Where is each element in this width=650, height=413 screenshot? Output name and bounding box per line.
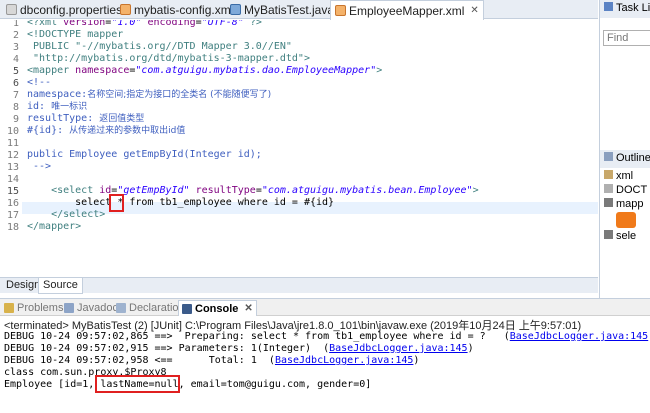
- problems-icon: [4, 303, 14, 313]
- code-line-17: </select>: [27, 209, 106, 220]
- lastname-highlight-box: [95, 375, 180, 393]
- line-number-gutter: 1 2 3 4 5 6 7 8 9 10 11 12 13 14 15 16 1…: [0, 20, 22, 276]
- doctype-icon: [604, 184, 613, 193]
- console-line: DEBUG 10-24 09:57:02,958 <== Total: 1 (B…: [4, 355, 420, 366]
- line-number: 16: [6, 198, 19, 209]
- line-number: 7: [12, 90, 19, 101]
- code-line-1: <?xml version="1.0" encoding="UTF-8" ?>: [27, 20, 262, 28]
- task-find-input[interactable]: Find: [603, 30, 650, 46]
- console-output[interactable]: <terminated> MyBatisTest (2) [JUnit] C:\…: [0, 317, 650, 413]
- tab-dbconfig-properties[interactable]: dbconfig.properties: [2, 0, 126, 19]
- tab-source[interactable]: Source: [38, 278, 83, 294]
- outline-item-label: xml: [616, 170, 634, 182]
- line-number: 8: [12, 102, 19, 113]
- tab-javadoc[interactable]: Javadoc: [64, 300, 118, 316]
- code-line-9: resultType: 返回值类型: [27, 113, 145, 124]
- tab-employeemapper-xml[interactable]: EmployeeMapper.xml ✕: [330, 0, 484, 20]
- line-number: 12: [6, 150, 19, 161]
- code-line-15: <select id="getEmpById" resultType="com.…: [27, 185, 479, 196]
- source-link[interactable]: BaseJdbcLogger.java:145: [275, 355, 413, 366]
- outline-item-label: DOCT: [616, 184, 648, 196]
- console-icon: [182, 303, 192, 314]
- close-icon[interactable]: ✕: [470, 5, 478, 16]
- properties-file-icon: [6, 4, 17, 15]
- declaration-icon: [116, 303, 126, 313]
- input-method-icon: [616, 212, 636, 228]
- outline-item-mapper[interactable]: mapp: [604, 198, 644, 210]
- right-side-panel: Task List Find Outline xml DOCT mapp sel…: [599, 0, 650, 298]
- tab-label: MyBatisTest.java: [244, 2, 335, 17]
- outline-header[interactable]: Outline: [600, 150, 650, 168]
- line-number: 13: [6, 162, 19, 173]
- tab-mybatis-config[interactable]: mybatis-config.xml: [116, 0, 237, 19]
- tab-mybatistest-java[interactable]: MyBatisTest.java: [226, 0, 338, 19]
- outline-item-xml[interactable]: xml: [604, 170, 633, 182]
- code-line-4: "http://mybatis.org/dtd/mybatis-3-mapper…: [27, 53, 310, 64]
- console-line: Employee [id=1, lastName=null, email=tom…: [4, 379, 372, 390]
- code-line-2: <!DOCTYPE mapper: [27, 29, 124, 40]
- line-number: 1: [12, 20, 19, 29]
- tab-label: dbconfig.properties: [20, 2, 123, 17]
- xml-decl-icon: [604, 170, 613, 179]
- outline-icon: [604, 152, 613, 161]
- element-icon: [604, 198, 613, 207]
- outline-item-label: mapp: [616, 198, 644, 210]
- code-line-10: #{id}: 从传递过来的参数中取出id值: [27, 125, 186, 136]
- line-number: 3: [12, 42, 19, 53]
- task-list-header[interactable]: Task List: [600, 0, 650, 18]
- tab-label: Console: [195, 302, 239, 315]
- java-file-icon: [230, 4, 241, 15]
- line-number: 17: [6, 210, 19, 221]
- line-number: 4: [12, 54, 19, 65]
- source-link[interactable]: BaseJdbcLogger.java:145: [329, 343, 467, 354]
- code-line-6: <!--: [27, 77, 52, 88]
- line-number: 10: [6, 126, 19, 137]
- console-line: DEBUG 10-24 09:57:02,915 ==> Parameters:…: [4, 343, 474, 354]
- task-list-title: Task List: [616, 2, 650, 14]
- tab-label: EmployeeMapper.xml: [349, 3, 465, 18]
- code-line-16: select * from tb1_employee where id = #{…: [27, 197, 335, 208]
- tab-label: Declaration: [129, 302, 185, 314]
- line-number: 6: [12, 78, 19, 89]
- bottom-panel-tabs: Problems Javadoc Declaration Console ✕: [0, 298, 650, 316]
- editor-tab-bar: dbconfig.properties mybatis-config.xml M…: [0, 0, 598, 20]
- tab-label: mybatis-config.xml: [134, 2, 234, 17]
- outline-title: Outline: [616, 152, 650, 164]
- line-number: 15: [6, 186, 19, 197]
- tab-declaration[interactable]: Declaration: [116, 300, 185, 316]
- line-number: 18: [6, 222, 19, 233]
- xml-editor[interactable]: 1 2 3 4 5 6 7 8 9 10 11 12 13 14 15 16 1…: [0, 20, 598, 276]
- close-icon[interactable]: ✕: [244, 303, 252, 314]
- element-icon: [604, 230, 613, 239]
- console-line: DEBUG 10-24 09:57:02,865 ==> Preparing: …: [4, 331, 650, 342]
- code-line-3: PUBLIC "-//mybatis.org//DTD Mapper 3.0//…: [27, 41, 292, 52]
- code-line-7: namespace:名称空间;指定为接口的全类名 (不能随便写了): [27, 89, 272, 100]
- line-number: 9: [12, 114, 19, 125]
- tab-console[interactable]: Console ✕: [178, 300, 257, 316]
- outline-item-select[interactable]: sele: [604, 230, 636, 242]
- code-line-18: </mapper>: [27, 221, 82, 232]
- xml-file-icon: [120, 4, 131, 15]
- outline-item-label: sele: [616, 230, 637, 242]
- line-number: 2: [12, 30, 19, 41]
- source-link[interactable]: BaseJdbcLogger.java:145: [510, 331, 648, 342]
- javadoc-icon: [64, 303, 74, 313]
- outline-item-doctype[interactable]: DOCT: [604, 184, 647, 196]
- editor-mode-tabs: Design Source: [0, 277, 598, 294]
- task-list-icon: [604, 2, 613, 11]
- tab-problems[interactable]: Problems: [4, 300, 63, 316]
- line-number: 11: [6, 138, 19, 149]
- code-line-5: <mapper namespace="com.atguigu.mybatis.d…: [27, 65, 383, 76]
- asterisk-highlight-box: [109, 194, 124, 212]
- tab-label: Javadoc: [77, 302, 118, 314]
- xml-file-icon: [335, 5, 346, 16]
- line-number: 5: [12, 66, 19, 77]
- line-number: 14: [6, 174, 19, 185]
- code-line-8: id: 唯一标识: [27, 101, 88, 112]
- tab-label: Problems: [17, 302, 64, 314]
- code-line-12: public Employee getEmpById(Integer id);: [27, 149, 262, 160]
- code-line-13: -->: [27, 161, 52, 172]
